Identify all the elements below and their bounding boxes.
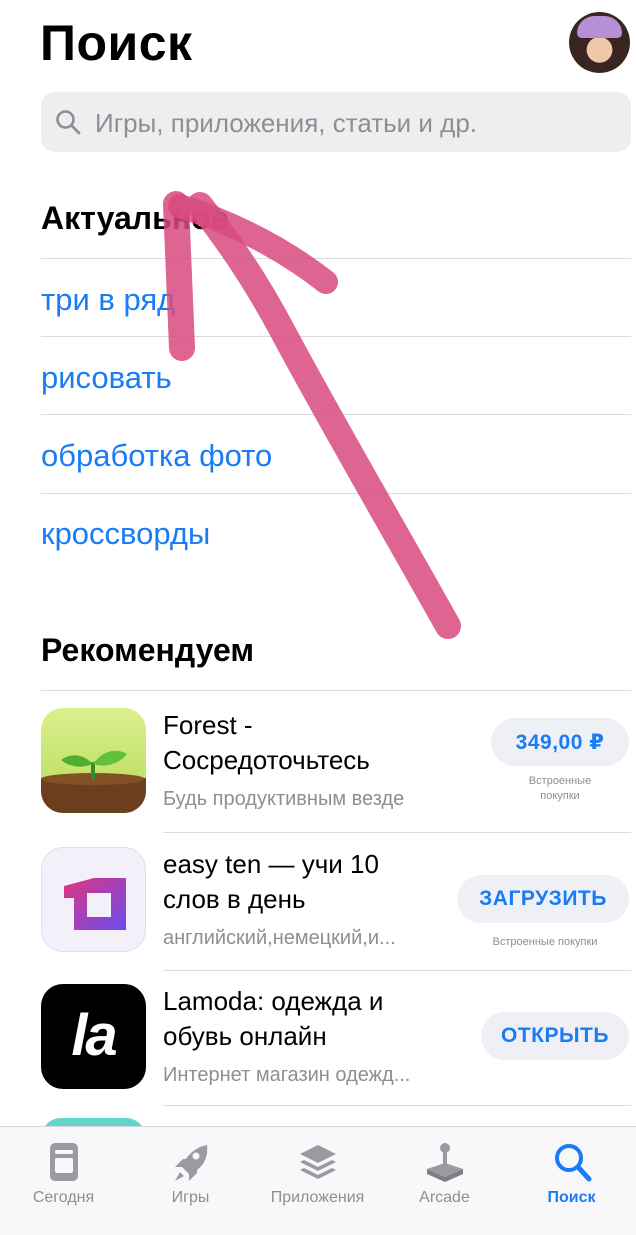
tab-label: Поиск [547, 1189, 596, 1206]
tab-search[interactable]: Поиск [508, 1127, 635, 1227]
trending-item[interactable]: обработка фото [41, 438, 272, 474]
forest-app-icon [41, 708, 146, 813]
joystick-icon [427, 1143, 463, 1182]
buy-button[interactable]: 349,00 ₽ [491, 718, 629, 766]
app-subtitle: английский,немецкий,и... [163, 927, 396, 949]
tab-apps[interactable]: Приложения [254, 1127, 381, 1227]
app-name: Forest - Сосредоточьтесь [163, 710, 370, 775]
trending-item[interactable]: кроссворды [41, 516, 210, 552]
divider [163, 832, 631, 833]
recommended-title: Рекомендуем [41, 632, 254, 668]
app-row-forest[interactable]: Forest - Сосредоточьтесь Будь продуктивн… [41, 708, 631, 828]
search-input[interactable] [93, 92, 617, 154]
open-button[interactable]: ОТКРЫТЬ [481, 1012, 629, 1060]
app-subtitle: Интернет магазин одежд... [163, 1064, 411, 1086]
app-name: easy ten — учи 10 слов в день [163, 849, 379, 914]
rocket-icon [175, 1145, 208, 1181]
tab-label: Сегодня [32, 1189, 95, 1206]
search-icon [56, 110, 81, 135]
app-name: Lamoda: одежда и обувь онлайн [163, 986, 384, 1051]
app-row-lamoda[interactable]: la Lamoda: одежда и обувь онлайн Интерне… [41, 984, 631, 1104]
divider [41, 690, 631, 691]
divider [41, 258, 631, 259]
trending-item[interactable]: рисовать [41, 360, 172, 396]
divider [41, 493, 631, 494]
tab-bar: Сегодня Игры Приложения Arcade Поиск [0, 1126, 636, 1235]
app-row-easy-ten[interactable]: easy ten — учи 10 слов в день английский… [41, 847, 631, 967]
tab-label: Приложения [270, 1189, 365, 1206]
today-icon [50, 1143, 78, 1181]
trending-title: Актуальное [41, 200, 229, 236]
page-title: Поиск [40, 15, 193, 71]
trending-item[interactable]: три в ряд [41, 282, 175, 318]
in-app-purchases-note: Встроенные покупки [492, 936, 598, 948]
divider [163, 1105, 631, 1106]
tab-games[interactable]: Игры [127, 1127, 254, 1227]
tab-label: Игры [171, 1189, 210, 1206]
easy-ten-app-icon [41, 847, 146, 952]
tab-label: Arcade [419, 1189, 470, 1206]
tab-today[interactable]: Сегодня [0, 1127, 127, 1227]
divider [41, 336, 631, 337]
search-bar[interactable] [41, 92, 631, 154]
lamoda-app-icon: la [41, 984, 146, 1089]
tab-arcade[interactable]: Arcade [381, 1127, 508, 1227]
app-subtitle: Будь продуктивным везде [163, 788, 405, 810]
avatar-hat [577, 16, 622, 38]
easy-ten-logo-icon [64, 878, 126, 930]
avatar[interactable] [569, 12, 630, 73]
search-icon [555, 1144, 592, 1182]
apps-stack-icon [300, 1145, 336, 1179]
sprout-icon [41, 750, 146, 813]
divider [163, 970, 631, 971]
divider [41, 414, 631, 415]
get-button[interactable]: ЗАГРУЗИТЬ [457, 875, 629, 923]
in-app-purchases-note: Встроенные покупки [528, 775, 592, 802]
